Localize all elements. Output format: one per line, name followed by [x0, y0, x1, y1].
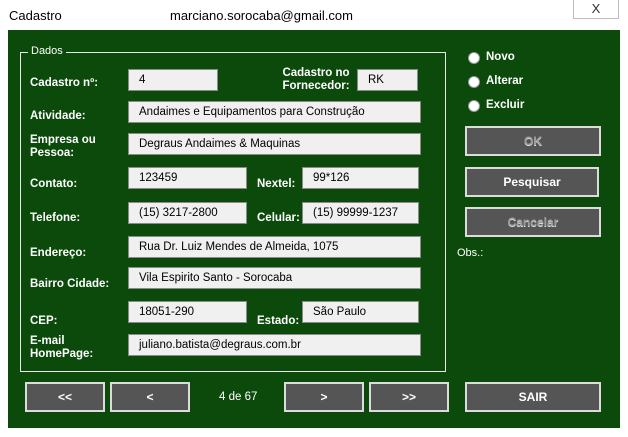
novo-label[interactable]: Novo	[486, 51, 515, 63]
email-field[interactable]: juliano.batista@degraus.com.br	[128, 334, 421, 356]
title-bar: Cadastro marciano.sorocaba@gmail.com X	[0, 0, 628, 30]
close-icon: X	[591, 1, 601, 16]
window-title: Cadastro	[9, 8, 62, 23]
cadastro-no-label: Cadastro nº:	[30, 77, 99, 89]
form-area: Dados Cadastro nº: 4 Cadastro no Fornece…	[8, 30, 620, 428]
cancelar-button[interactable]: Cancelar	[465, 207, 601, 237]
pesquisar-button[interactable]: Pesquisar	[465, 167, 599, 197]
cadastro-no-field[interactable]: 4	[128, 69, 218, 91]
cadastro-fornecedor-field[interactable]: RK	[357, 69, 418, 91]
novo-radio[interactable]	[468, 52, 480, 64]
close-button[interactable]: X	[573, 0, 619, 19]
endereco-label: Endereço:	[30, 247, 87, 259]
window-email: marciano.sorocaba@gmail.com	[170, 8, 353, 23]
email-label: E-mail HomePage:	[30, 335, 94, 360]
estado-field[interactable]: São Paulo	[302, 301, 419, 323]
dados-frame-legend: Dados	[28, 45, 66, 57]
bairro-cidade-label: Bairro Cidade:	[30, 278, 110, 290]
sair-button[interactable]: SAIR	[465, 382, 601, 412]
bairro-cidade-field[interactable]: Vila Espirito Santo - Sorocaba	[128, 267, 421, 289]
excluir-radio[interactable]	[468, 100, 480, 112]
last-record-button[interactable]: >>	[369, 382, 449, 412]
alterar-label[interactable]: Alterar	[486, 75, 523, 87]
page-info: 4 de 67	[219, 391, 258, 403]
ok-button[interactable]: OK	[465, 126, 601, 156]
cadastro-fornecedor-label: Cadastro no Fornecedor:	[282, 67, 350, 92]
celular-field[interactable]: (15) 99999-1237	[302, 202, 419, 224]
empresa-field[interactable]: Degraus Andaimes & Maquinas	[128, 133, 421, 155]
excluir-label[interactable]: Excluir	[486, 99, 524, 111]
contato-label: Contato:	[30, 178, 78, 190]
nextel-label: Nextel:	[257, 178, 296, 190]
atividade-field[interactable]: Andaimes e Equipamentos para Construção	[128, 101, 421, 123]
alterar-radio[interactable]	[468, 76, 480, 88]
obs-label: Obs.:	[457, 247, 484, 259]
first-record-button[interactable]: <<	[25, 382, 105, 412]
next-record-button[interactable]: >	[284, 382, 364, 412]
cep-field[interactable]: 18051-290	[128, 301, 247, 323]
contato-field[interactable]: 123459	[128, 167, 247, 189]
telefone-label: Telefone:	[30, 212, 81, 224]
telefone-field[interactable]: (15) 3217-2800	[128, 202, 247, 224]
empresa-label: Empresa ou Pessoa:	[30, 134, 96, 159]
celular-label: Celular:	[257, 212, 300, 224]
endereco-field[interactable]: Rua Dr. Luiz Mendes de Almeida, 1075	[128, 236, 421, 258]
previous-record-button[interactable]: <	[110, 382, 190, 412]
cep-label: CEP:	[30, 315, 58, 327]
atividade-label: Atividade:	[30, 110, 86, 122]
nextel-field[interactable]: 99*126	[302, 167, 419, 189]
estado-label: Estado:	[257, 315, 300, 327]
